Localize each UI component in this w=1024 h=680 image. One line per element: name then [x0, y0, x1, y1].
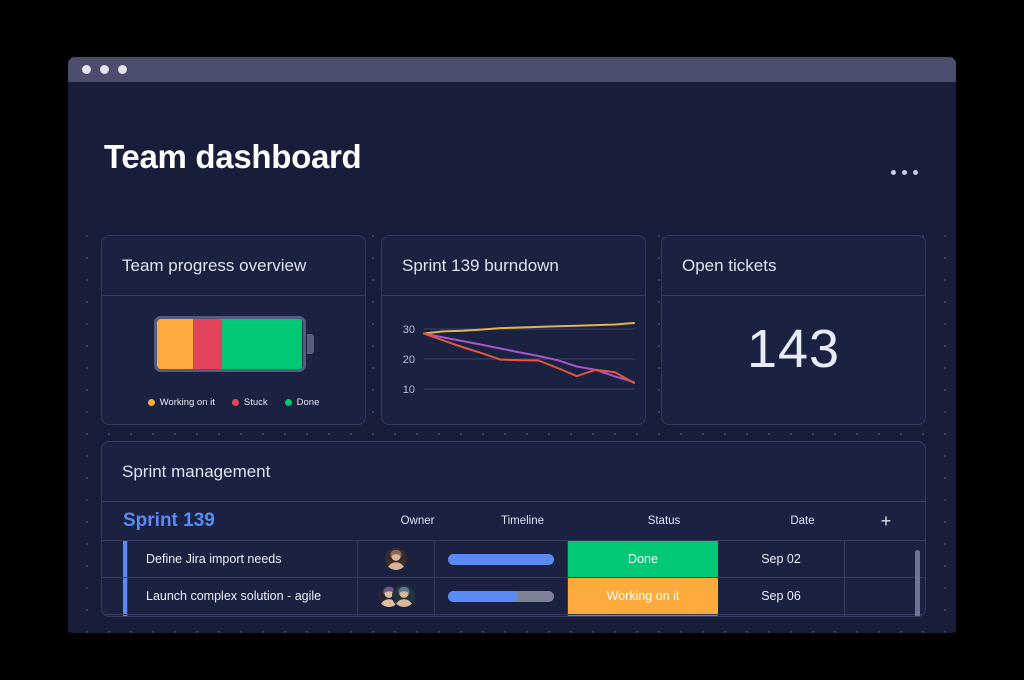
card-title: Sprint 139 burndown: [402, 255, 559, 275]
cell-timeline[interactable]: [435, 578, 568, 614]
card-team-progress-overview: Team progress overview Working on it Stu…: [101, 235, 366, 425]
card-sprint-management: Sprint management Sprint 139 Owner Timel…: [101, 441, 926, 617]
cell-task-name[interactable]: Define Jira import needs: [127, 541, 358, 577]
card-header: Sprint 139 burndown: [382, 236, 645, 296]
avatar-group: [376, 584, 416, 608]
timeline-progress-fill: [448, 590, 518, 602]
svg-text:10: 10: [403, 384, 415, 396]
chart-legend: Working on it Stuck Done: [102, 397, 365, 408]
card-body: 143: [662, 296, 925, 424]
cell-date[interactable]: [718, 615, 845, 616]
table-row[interactable]: Define Jira import needs Done Sep 02: [102, 540, 925, 577]
legend-label: Working on it: [159, 397, 215, 408]
battery-chart: [153, 316, 314, 372]
vertical-scrollbar[interactable]: [915, 550, 920, 616]
page-header: Team dashboard: [68, 82, 956, 219]
card-sprint-burndown: Sprint 139 burndown 10 20 30: [381, 235, 646, 425]
kebab-menu-icon[interactable]: [891, 170, 918, 175]
cell-date[interactable]: Sep 06: [718, 578, 845, 614]
browser-window: Team dashboard Team progress overview Wo…: [68, 57, 956, 633]
card-header: Open tickets: [662, 236, 925, 296]
card-body: Working on it Stuck Done: [102, 296, 365, 424]
cell-owner[interactable]: [358, 541, 435, 577]
timeline-progress-fill: [448, 553, 554, 565]
battery-body: [153, 316, 306, 372]
legend-color-dot: [147, 399, 155, 406]
column-header-date[interactable]: Date: [739, 515, 866, 527]
timeline-progress-bar: [448, 553, 554, 565]
legend-color-dot: [284, 399, 292, 406]
card-title: Sprint management: [122, 461, 271, 481]
battery-segment-working-on-it: [156, 319, 193, 369]
cell-status[interactable]: Working on it: [568, 578, 718, 614]
avatar[interactable]: [384, 547, 408, 571]
cell-task-name[interactable]: Launch complex solution - agile: [127, 578, 358, 614]
card-header: Sprint management: [102, 442, 925, 502]
svg-text:30: 30: [403, 324, 415, 336]
cell-empty: [845, 541, 885, 577]
cell-status[interactable]: Done: [568, 541, 718, 577]
card-title: Team progress overview: [122, 255, 307, 275]
avatar-group: [384, 547, 408, 571]
timeline-progress-bar: [448, 590, 554, 602]
window-maximize-button[interactable]: [118, 65, 127, 74]
cell-timeline[interactable]: [435, 541, 568, 577]
legend-item: Stuck: [231, 397, 268, 408]
burndown-chart-svg: 10 20 30: [403, 322, 635, 396]
dashboard-viewport: Team dashboard Team progress overview Wo…: [68, 82, 956, 633]
card-title: Open tickets: [682, 255, 777, 275]
cell-date[interactable]: Sep 02: [718, 541, 845, 577]
cell-task-name[interactable]: [127, 615, 358, 616]
group-name-sprint-139[interactable]: Sprint 139: [123, 510, 379, 532]
cell-owner[interactable]: [358, 615, 435, 616]
table-header-row: Sprint 139 Owner Timeline Status Date +: [102, 502, 925, 540]
battery-segment-done: [222, 319, 303, 369]
legend-color-dot: [231, 399, 239, 406]
open-tickets-value: 143: [746, 319, 841, 379]
card-body: Sprint 139 Owner Timeline Status Date + …: [102, 502, 925, 616]
window-close-button[interactable]: [82, 65, 91, 74]
legend-item: Working on it: [147, 397, 215, 408]
window-titlebar: [68, 57, 956, 82]
svg-text:20: 20: [403, 354, 415, 366]
card-body: 10 20 30: [382, 296, 645, 424]
card-header: Team progress overview: [102, 236, 365, 296]
battery-segment-stuck: [193, 319, 223, 369]
table-rows: Define Jira import needs Done Sep 02 Launch…: [102, 540, 925, 616]
cell-empty: [845, 615, 885, 616]
table-row[interactable]: Done: [102, 614, 925, 616]
legend-label: Done: [296, 397, 320, 408]
column-header-timeline[interactable]: Timeline: [456, 515, 589, 527]
page-title: Team dashboard: [104, 138, 362, 175]
sprint-table: Sprint 139 Owner Timeline Status Date + …: [102, 502, 925, 616]
cell-empty: [845, 578, 885, 614]
cell-status[interactable]: Done: [568, 615, 718, 616]
burndown-line-chart: 10 20 30: [382, 296, 645, 424]
column-header-status[interactable]: Status: [589, 515, 739, 527]
cell-timeline[interactable]: [435, 615, 568, 616]
table-row[interactable]: Launch complex solution - agile Working o…: [102, 577, 925, 614]
avatar[interactable]: [391, 584, 416, 608]
battery-terminal: [306, 334, 314, 354]
dashboard-grid: Team progress overview Working on it Stu…: [68, 219, 956, 633]
window-minimize-button[interactable]: [100, 65, 109, 74]
add-column-button[interactable]: +: [866, 512, 906, 530]
card-open-tickets: Open tickets 143: [661, 235, 926, 425]
legend-label: Stuck: [243, 397, 268, 408]
cell-owner[interactable]: [358, 578, 435, 614]
legend-item: Done: [284, 397, 320, 408]
column-header-owner[interactable]: Owner: [379, 515, 456, 527]
